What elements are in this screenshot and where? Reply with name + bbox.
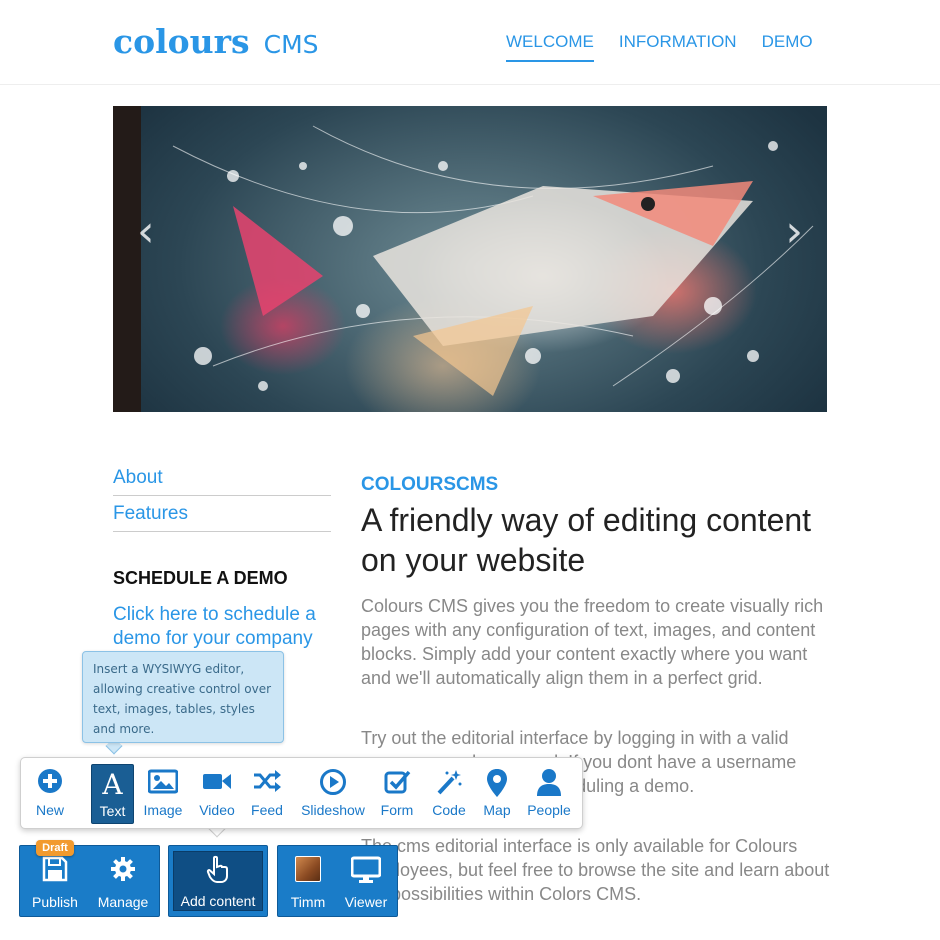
nav-welcome[interactable]: WELCOME [506, 32, 594, 62]
play-circle-icon [297, 768, 369, 802]
image-label: Image [143, 802, 183, 818]
hero-slideshow: ‹ › [113, 106, 827, 412]
text-icon: A [102, 768, 123, 801]
feed-button[interactable]: Feed [247, 764, 287, 824]
code-label: Code [432, 802, 466, 818]
image-button[interactable]: Image [143, 764, 183, 824]
user-button[interactable]: Timm [282, 846, 334, 916]
user-icon [525, 768, 573, 802]
slideshow-button[interactable]: Slideshow [297, 764, 369, 824]
magic-wand-icon [429, 768, 469, 802]
gear-icon [92, 856, 154, 890]
availability-paragraph: The cms editorial interface is only avai… [361, 836, 830, 904]
insert-content-toolbar: New A Text Image Video Feed Slideshow Fo… [20, 757, 583, 829]
map-button[interactable]: Map [479, 764, 515, 824]
monitor-icon [338, 856, 394, 890]
people-button[interactable]: People [525, 764, 573, 824]
new-label: New [35, 802, 64, 818]
text-button[interactable]: A Text [91, 764, 134, 824]
manage-label: Manage [97, 894, 149, 910]
hand-pointer-icon [174, 855, 262, 889]
add-content-label: Add content [180, 893, 256, 909]
avatar [282, 856, 334, 890]
manage-button[interactable]: Manage [92, 846, 154, 916]
publish-label: Publish [32, 894, 78, 910]
section-kicker: COLOURSCMS [361, 474, 499, 495]
video-button[interactable]: Video [197, 764, 237, 824]
sidebar-heading: SCHEDULE A DEMO [113, 568, 288, 588]
hero-artwork [172, 125, 814, 396]
user-label: Timm [290, 894, 326, 910]
logo[interactable]: colours CMS [113, 22, 319, 61]
user-viewer-group: Timm Viewer [277, 845, 398, 917]
chevron-right-icon[interactable]: › [785, 206, 803, 257]
chevron-left-icon[interactable]: ‹ [137, 206, 155, 257]
logo-wordmark: colours [113, 22, 250, 61]
new-button[interactable]: New [29, 764, 71, 824]
code-button[interactable]: Code [429, 764, 469, 824]
page-headline: A friendly way of editing content on you… [361, 502, 812, 578]
sidebar-link-features[interactable]: Features [113, 503, 331, 532]
map-label: Map [483, 802, 511, 818]
logo-suffix: CMS [263, 30, 319, 59]
publish-button[interactable]: Publish [24, 846, 86, 916]
video-camera-icon [197, 768, 237, 802]
form-label: Form [380, 802, 414, 818]
nav-demo[interactable]: DEMO [762, 32, 813, 62]
viewer-button[interactable]: Viewer [338, 846, 394, 916]
draft-badge: Draft [36, 840, 74, 856]
checkbox-icon [377, 768, 417, 802]
text-tooltip: Insert a WYSIWYG editor, allowing creati… [82, 651, 284, 743]
add-content-group: Add content [168, 845, 268, 917]
site-header: colours CMS WELCOME INFORMATION DEMO [0, 0, 940, 85]
save-icon [24, 856, 86, 890]
people-label: People [527, 802, 571, 818]
nav-information[interactable]: INFORMATION [619, 32, 737, 62]
feed-label: Feed [251, 802, 283, 818]
plus-circle-icon [29, 768, 71, 802]
schedule-demo-link[interactable]: Click here to schedule a demo for your c… [113, 603, 343, 651]
viewer-label: Viewer [344, 894, 388, 910]
map-pin-icon [479, 768, 515, 802]
add-content-button[interactable]: Add content [173, 851, 263, 911]
image-icon [143, 768, 183, 802]
shuffle-icon [247, 768, 287, 802]
sidebar-link-about[interactable]: About [113, 467, 331, 496]
text-label: Text [99, 803, 126, 819]
main-nav: WELCOME INFORMATION DEMO [506, 32, 838, 62]
slideshow-label: Slideshow [301, 802, 365, 818]
form-button[interactable]: Form [377, 764, 417, 824]
intro-paragraph: Colours CMS gives you the freedom to cre… [361, 596, 824, 688]
video-label: Video [199, 802, 235, 818]
